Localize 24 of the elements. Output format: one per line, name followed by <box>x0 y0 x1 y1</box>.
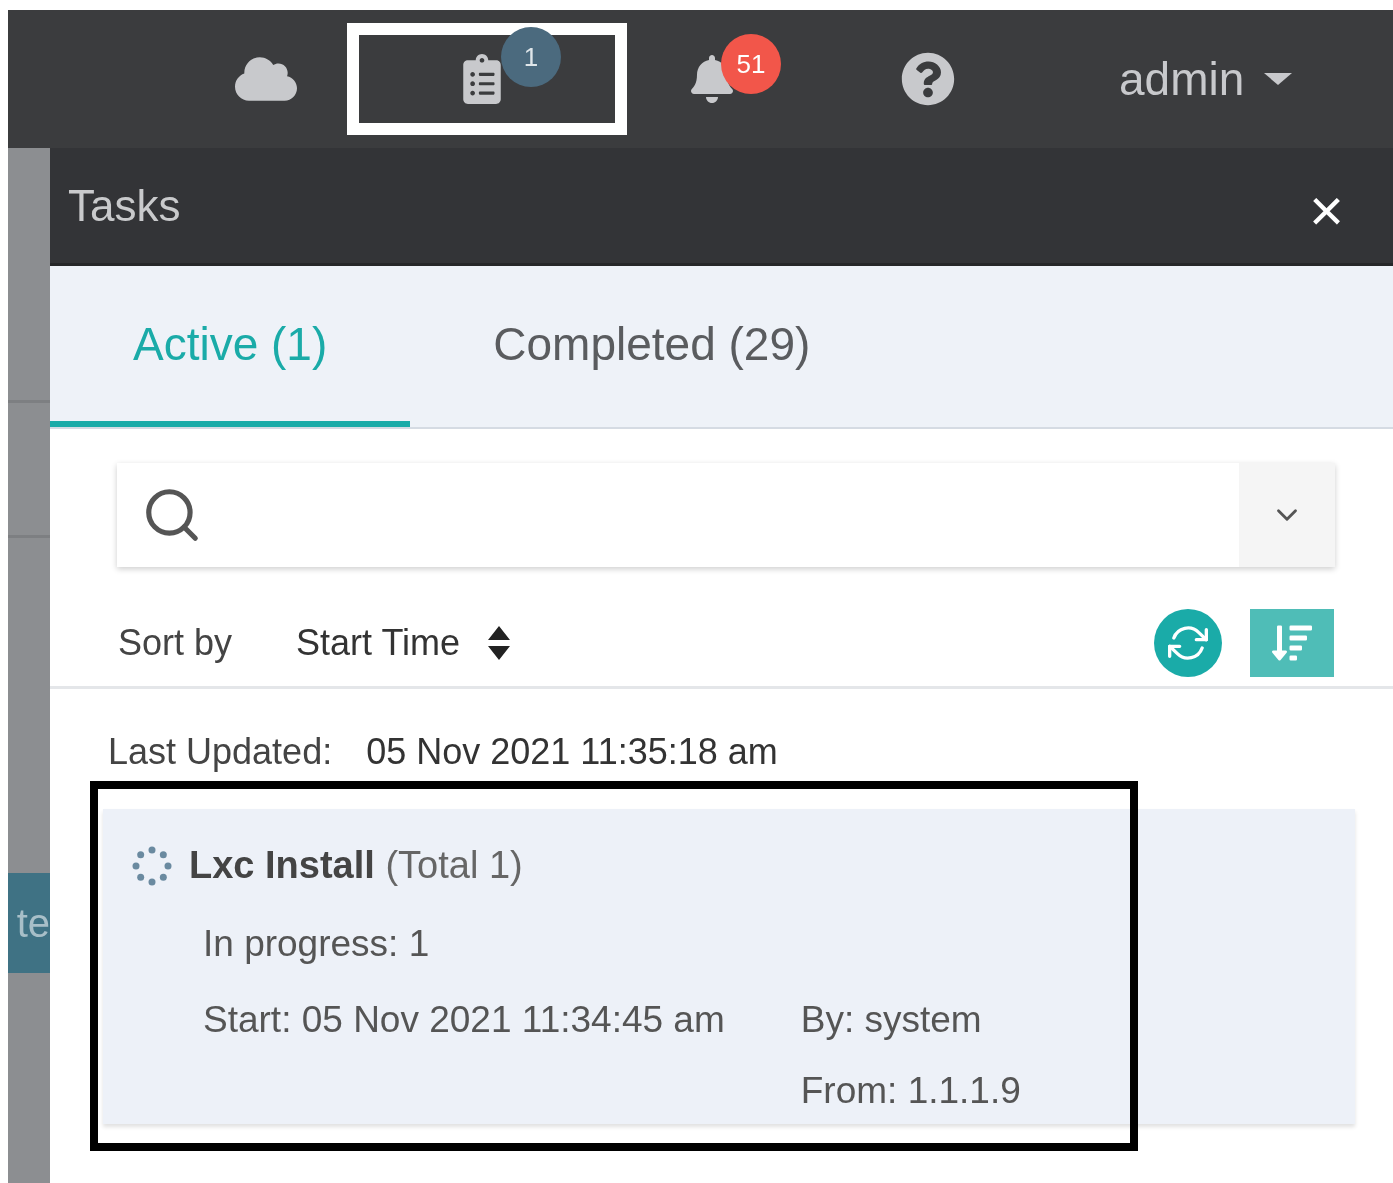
search-field[interactable] <box>117 463 1335 567</box>
tab[interactable]: Completed (29) <box>410 267 894 427</box>
last-updated-value: 05 Nov 2021 11:35:18 am <box>366 730 778 774</box>
loading-spinner-icon <box>131 844 173 887</box>
sort-order-button[interactable] <box>1250 608 1334 677</box>
alerts-count-badge: 51 <box>721 34 781 94</box>
notifications-icon[interactable] <box>691 55 733 103</box>
task-from: From: 1.1.1.9 <box>800 1069 1021 1113</box>
task-by: By: system <box>800 997 983 1042</box>
sort-icon <box>488 625 511 660</box>
tasks-count-badge: 1 <box>501 27 561 87</box>
help-icon[interactable] <box>901 52 955 106</box>
task-status: In progress: 1 <box>203 922 431 966</box>
last-updated-label: Last Updated: <box>108 730 333 774</box>
task-title: Lxc Install (Total 1) <box>189 843 523 888</box>
user-menu[interactable]: admin <box>1119 44 1293 114</box>
caret-icon <box>1264 73 1293 85</box>
sort-label: Sort by <box>118 620 233 665</box>
task-card[interactable]: Lxc Install (Total 1) In progress: 1 Start: 05 Nov 2021 11:34:45 am By: system From: 1.1.1.9 <box>103 809 1355 1124</box>
close-button[interactable]: × <box>1308 180 1344 241</box>
panel-title: Tasks <box>68 179 181 232</box>
task-start-time: Start: 05 Nov 2021 11:34:45 am <box>203 997 725 1042</box>
tasks-button[interactable]: 1 <box>347 23 627 135</box>
sort-field-select[interactable]: Start Time <box>296 615 511 670</box>
